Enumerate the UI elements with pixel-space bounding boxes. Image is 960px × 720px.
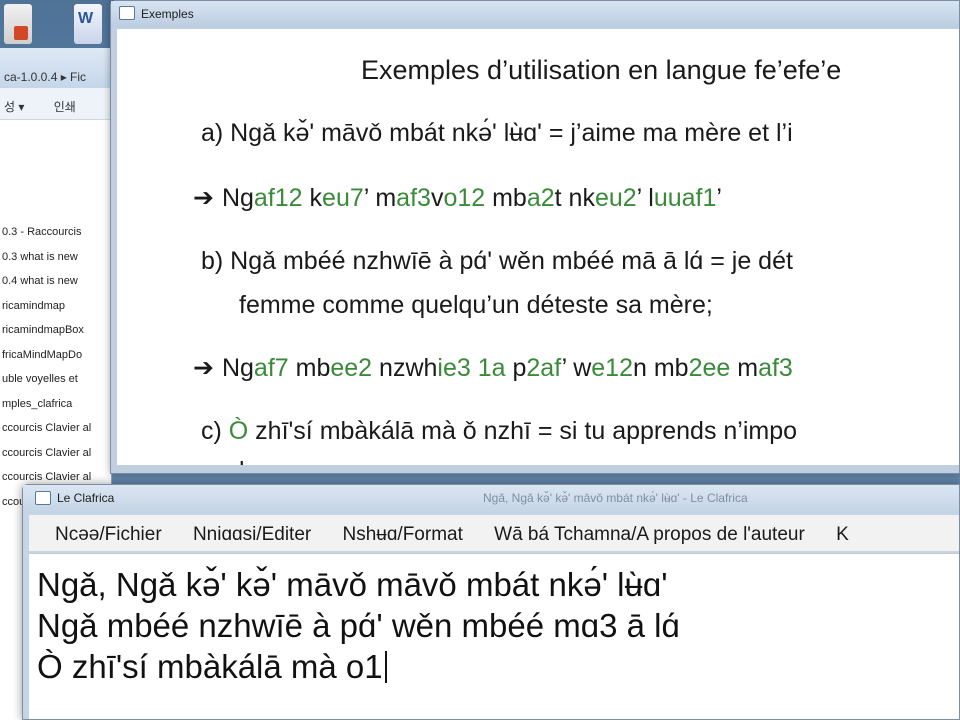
menu-about[interactable]: Wā bá Tchamna/A propos de l'auteur bbox=[494, 524, 805, 545]
code-segment-highlight: 1a bbox=[477, 354, 506, 382]
file-list-item[interactable]: ccourcis Clavier al bbox=[0, 416, 111, 441]
example-c-prefix: c) bbox=[201, 417, 229, 445]
code-segment: n mb bbox=[632, 354, 689, 382]
code-segment-highlight: 2af bbox=[526, 354, 562, 382]
clafrica-ghost-title: Ngǎ, Ngǎ kə̌' kə̌' māvǒ mbát nkə́' lʉ̀ɑ'… bbox=[483, 491, 748, 505]
example-b-line2: femme comme quelqu’un déteste sa mère; bbox=[239, 291, 713, 319]
editor-line-text: Ò zhī'sí mbàkálā mà o1 bbox=[37, 648, 383, 685]
code-segment: ’ l bbox=[636, 184, 654, 212]
exemples-content: Exemples d’utilisation en langue fe’efe’… bbox=[117, 29, 959, 465]
explorer-print-button[interactable]: 인쇄 bbox=[54, 100, 76, 114]
text-caret bbox=[384, 651, 387, 683]
code-segment: ’ bbox=[716, 184, 722, 212]
code-segment: mb bbox=[288, 354, 331, 382]
menu-k[interactable]: K bbox=[836, 524, 849, 545]
exemples-heading: Exemples d’utilisation en langue fe’efe’… bbox=[361, 55, 842, 85]
example-a: a) Ngǎ kə̌' māvǒ mbát nkə́' lʉ̀ɑ' = j’ai… bbox=[201, 119, 793, 147]
code-segment: k bbox=[302, 184, 323, 212]
exemples-titlebar[interactable]: Exemples bbox=[111, 1, 959, 27]
exemples-window-title: Exemples bbox=[141, 7, 194, 21]
editor-line: Ò zhī'sí mbàkálā mà o1 bbox=[37, 646, 959, 687]
code-segment-highlight: e12 bbox=[591, 354, 633, 382]
arrow-right-icon: ➔ bbox=[193, 354, 214, 382]
window-icon bbox=[119, 6, 135, 20]
explorer-toolbar: 성 ▾ 인쇄 bbox=[0, 88, 111, 120]
code-segment-highlight: ee2 bbox=[330, 354, 373, 382]
code-segment-highlight: af3 bbox=[396, 184, 431, 212]
code-segment: Ng bbox=[221, 354, 254, 382]
code-segment-highlight: eu2 bbox=[594, 184, 637, 212]
file-list-item[interactable]: 0.4 what is new bbox=[0, 269, 111, 294]
example-b-code-text: Ngaf7 mbee2 nzwhie3 1a p2af’ we12n mb2ee… bbox=[222, 354, 793, 382]
code-segment: nzwh bbox=[372, 354, 438, 382]
clafrica-titlebar[interactable]: Le Clafrica Ngǎ, Ngǎ kə̌' kə̌' māvǒ mbát… bbox=[23, 485, 959, 513]
example-c-green: Ò bbox=[228, 417, 249, 445]
code-segment: m bbox=[730, 354, 759, 382]
window-icon bbox=[35, 491, 51, 505]
menu-bar: Ncəə/Fichier Nniɑɑsi/Editer Nshʉɑ/Format… bbox=[29, 515, 959, 551]
example-c: c) Ò zhī'sí mbàkálā mà ǒ nzhī = si tu ap… bbox=[201, 417, 797, 446]
taskbar-icons bbox=[0, 0, 112, 48]
editor-line: Ngǎ mbéé nzhwīē à pɑ́' wěn mbéé mɑ3 ā lɑ… bbox=[37, 607, 680, 644]
code-segment-highlight: af12 bbox=[253, 184, 303, 212]
file-list-item[interactable]: fricaMindMapDo bbox=[0, 343, 111, 368]
code-segment-highlight: uuaf1 bbox=[653, 184, 717, 212]
example-b-code: ➔ Ngaf7 mbee2 nzwhie3 1a p2af’ we12n mb2e… bbox=[193, 353, 793, 383]
code-segment: Ng bbox=[221, 184, 254, 212]
editor-line: Ngǎ, Ngǎ kə̌' kə̌' māvǒ māvǒ mbát nkə́' … bbox=[37, 566, 668, 603]
code-segment: mb bbox=[485, 184, 527, 212]
arrow-right-icon: ➔ bbox=[193, 184, 214, 212]
menu-edit[interactable]: Nniɑɑsi/Editer bbox=[193, 524, 311, 545]
code-segment: ’ w bbox=[561, 354, 592, 382]
code-segment-highlight: a2 bbox=[526, 184, 555, 212]
file-list-item[interactable]: ccourcis Clavier al bbox=[0, 441, 111, 466]
pdf-file-icon[interactable] bbox=[4, 4, 32, 44]
file-list-item[interactable]: 0.3 what is new bbox=[0, 245, 111, 270]
menu-file[interactable]: Ncəə/Fichier bbox=[55, 524, 162, 545]
example-b-line1: b) Ngǎ mbéé nzhwīē à pɑ́' wěn mbéé mā ā … bbox=[201, 247, 793, 275]
code-segment-highlight: af7 bbox=[253, 354, 289, 382]
clafrica-window: Le Clafrica Ngǎ, Ngǎ kə̌' kə̌' māvǒ mbát… bbox=[22, 484, 960, 720]
example-a-code-text: Ngaf12 keu7’ maf3vo12 mba2t nkeu2’ luuaf… bbox=[222, 184, 722, 212]
code-segment-highlight: ie3 bbox=[437, 354, 471, 382]
code-segment: p bbox=[505, 354, 527, 382]
code-segment: v bbox=[430, 184, 444, 212]
file-list-item[interactable]: uble voyelles et bbox=[0, 367, 111, 392]
file-list-item[interactable]: ricamindmap bbox=[0, 294, 111, 319]
menu-format[interactable]: Nshʉɑ/Format bbox=[343, 524, 463, 545]
file-list-item[interactable]: mples_clafrica bbox=[0, 392, 111, 417]
explorer-address-bar[interactable]: ca-1.0.0.4 ▸ Fic bbox=[0, 48, 111, 88]
example-c-next: la ce bbox=[239, 457, 292, 465]
example-a-code: ➔ Ngaf12 keu7’ maf3vo12 mba2t nkeu2’ luua… bbox=[193, 183, 722, 213]
code-segment: ’ m bbox=[363, 184, 397, 212]
word-file-icon[interactable] bbox=[74, 4, 102, 44]
text-editor[interactable]: Ngǎ, Ngǎ kə̌' kə̌' māvǒ māvǒ mbát nkə́' … bbox=[29, 553, 959, 719]
code-segment: t nk bbox=[554, 184, 595, 212]
code-segment-highlight: eu7 bbox=[322, 184, 364, 212]
example-c-rest: zhī'sí mbàkálā mà ǒ nzhī = si tu apprend… bbox=[248, 417, 798, 445]
code-segment-highlight: 2ee bbox=[688, 354, 731, 382]
exemples-window: Exemples Exemples d’utilisation en langu… bbox=[110, 0, 960, 474]
explorer-file-list: 0.3 - Raccourcis 0.3 what is new 0.4 wha… bbox=[0, 120, 111, 514]
file-list-item[interactable]: ricamindmapBox bbox=[0, 318, 111, 343]
file-list-item[interactable]: 0.3 - Raccourcis bbox=[0, 220, 111, 245]
explorer-organize-button[interactable]: 성 ▾ bbox=[4, 100, 24, 114]
clafrica-window-title: Le Clafrica bbox=[57, 491, 115, 505]
code-segment-highlight: af3 bbox=[758, 354, 793, 382]
code-segment-highlight: o12 bbox=[443, 184, 486, 212]
